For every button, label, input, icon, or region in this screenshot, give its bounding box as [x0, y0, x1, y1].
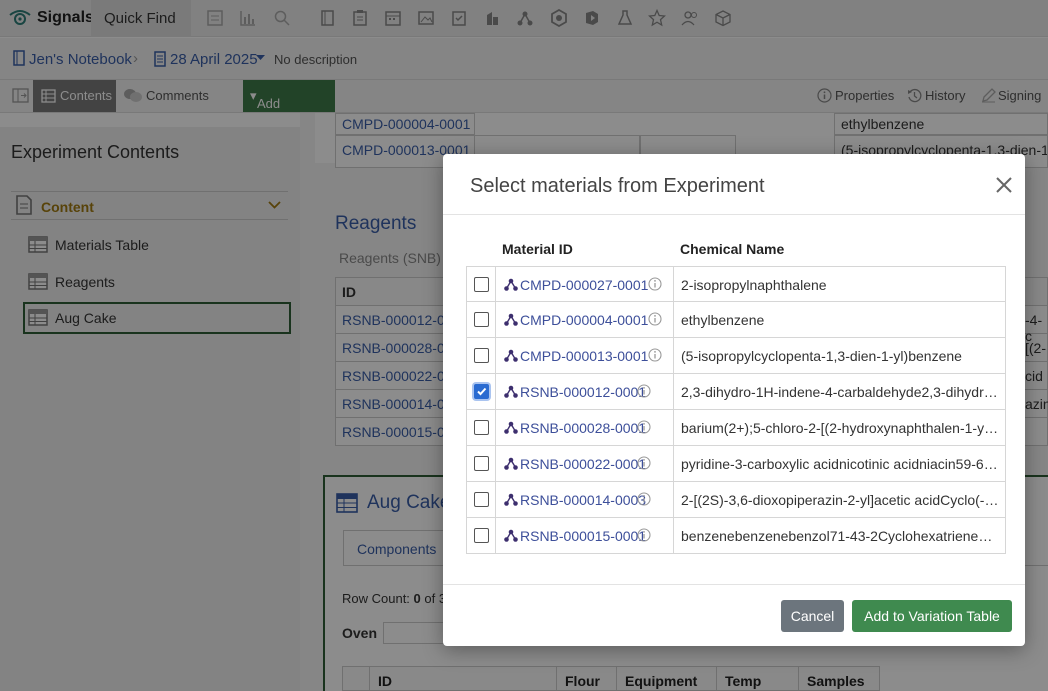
divider	[443, 584, 1025, 585]
info-icon[interactable]	[637, 456, 651, 473]
material-id-cell: CMPD-000013-0001	[496, 338, 674, 373]
material-id-link[interactable]: CMPD-000004-0001	[520, 312, 648, 328]
chemical-name: benzenebenzenebenzol71-43-2Cyclohexatrie…	[681, 528, 999, 544]
material-id-cell: RSNB-000014-0003	[496, 482, 674, 517]
material-id-link[interactable]: RSNB-000028-0001	[520, 420, 646, 436]
chemical-name: 2-[(2S)-3,6-dioxopiperazin-2-yl]acetic a…	[681, 492, 999, 508]
cancel-button[interactable]: Cancel	[781, 600, 844, 632]
material-id-link[interactable]: RSNB-000022-0001	[520, 456, 646, 472]
row-checkbox[interactable]	[474, 312, 489, 327]
chemical-name: 2,3-dihydro-1H-indene-4-carbaldehyde2,3-…	[681, 384, 999, 400]
molecule-icon	[504, 313, 518, 329]
material-id-link[interactable]: RSNB-000012-0001	[520, 384, 646, 400]
row-select-cell	[467, 374, 496, 409]
material-id-link[interactable]: CMPD-000027-0001	[520, 277, 648, 293]
material-id-link[interactable]: RSNB-000014-0003	[520, 492, 646, 508]
chemical-name: pyridine-3-carboxylic acidnicotinic acid…	[681, 456, 999, 472]
table-row[interactable]: RSNB-000022-0001 pyridine-3-carboxylic ac…	[466, 446, 1006, 482]
add-to-variation-table-button[interactable]: Add to Variation Table	[852, 600, 1012, 632]
chemical-name: barium(2+);5-chloro-2-[(2-hydroxynaphtha…	[681, 420, 999, 436]
row-checkbox[interactable]	[474, 420, 489, 435]
info-icon[interactable]	[648, 348, 662, 365]
info-icon[interactable]	[637, 528, 651, 545]
row-select-cell	[467, 482, 496, 517]
material-id-link[interactable]: CMPD-000013-0001	[520, 348, 648, 364]
row-select-cell	[467, 518, 496, 553]
molecule-icon	[504, 529, 518, 545]
chemical-name: (5-isopropylcyclopenta-1,3-dien-1-yl)ben…	[681, 348, 962, 364]
divider	[443, 214, 1025, 215]
info-icon[interactable]	[648, 277, 662, 294]
material-id-cell: CMPD-000027-0001	[496, 267, 674, 302]
material-id-cell: CMPD-000004-0001	[496, 302, 674, 337]
chemical-name: ethylbenzene	[681, 312, 765, 328]
row-checkbox[interactable]	[474, 384, 489, 399]
row-checkbox[interactable]	[474, 456, 489, 471]
table-row[interactable]: CMPD-000004-0001 ethylbenzene	[466, 302, 1006, 338]
molecule-icon	[504, 349, 518, 365]
dialog-title: Select materials from Experiment	[470, 175, 765, 197]
table-row[interactable]: RSNB-000012-0001 2,3-dihydro-1H-indene-4-…	[466, 374, 1006, 410]
table-row[interactable]: RSNB-000015-0001 benzenebenzenebenzol71-4…	[466, 518, 1006, 554]
info-icon[interactable]	[637, 492, 651, 509]
select-materials-dialog: Select materials from Experiment Materia…	[443, 154, 1025, 646]
row-select-cell	[467, 446, 496, 481]
molecule-icon	[504, 457, 518, 473]
row-checkbox[interactable]	[474, 528, 489, 543]
molecule-icon	[504, 493, 518, 509]
info-icon[interactable]	[637, 384, 651, 401]
row-select-cell	[467, 302, 496, 337]
row-select-cell	[467, 338, 496, 373]
info-icon[interactable]	[637, 420, 651, 437]
row-checkbox[interactable]	[474, 348, 489, 363]
material-id-cell: RSNB-000015-0001	[496, 518, 674, 553]
column-header-material-id: Material ID	[502, 241, 573, 257]
table-row[interactable]: RSNB-000028-0001 barium(2+);5-chloro-2-[(…	[466, 410, 1006, 446]
table-row[interactable]: CMPD-000013-0001 (5-isopropylcyclopenta-1…	[466, 338, 1006, 374]
materials-table: CMPD-000027-0001 2-isopropylnaphthalene CM…	[466, 266, 1006, 554]
material-id-cell: RSNB-000012-0001	[496, 374, 674, 409]
row-checkbox[interactable]	[474, 277, 489, 292]
row-select-cell	[467, 410, 496, 445]
table-row[interactable]: CMPD-000027-0001 2-isopropylnaphthalene	[466, 266, 1006, 302]
chemical-name: 2-isopropylnaphthalene	[681, 277, 827, 293]
info-icon[interactable]	[648, 312, 662, 329]
molecule-icon	[504, 385, 518, 401]
material-id-cell: RSNB-000028-0001	[496, 410, 674, 445]
material-id-cell: RSNB-000022-0001	[496, 446, 674, 481]
row-select-cell	[467, 267, 496, 302]
table-row[interactable]: RSNB-000014-0003 2-[(2S)-3,6-dioxopiperaz…	[466, 482, 1006, 518]
molecule-icon	[504, 278, 518, 294]
row-checkbox[interactable]	[474, 492, 489, 507]
close-icon[interactable]	[994, 175, 1014, 195]
molecule-icon	[504, 421, 518, 437]
column-header-chemical-name: Chemical Name	[680, 241, 785, 257]
material-id-link[interactable]: RSNB-000015-0001	[520, 528, 646, 544]
